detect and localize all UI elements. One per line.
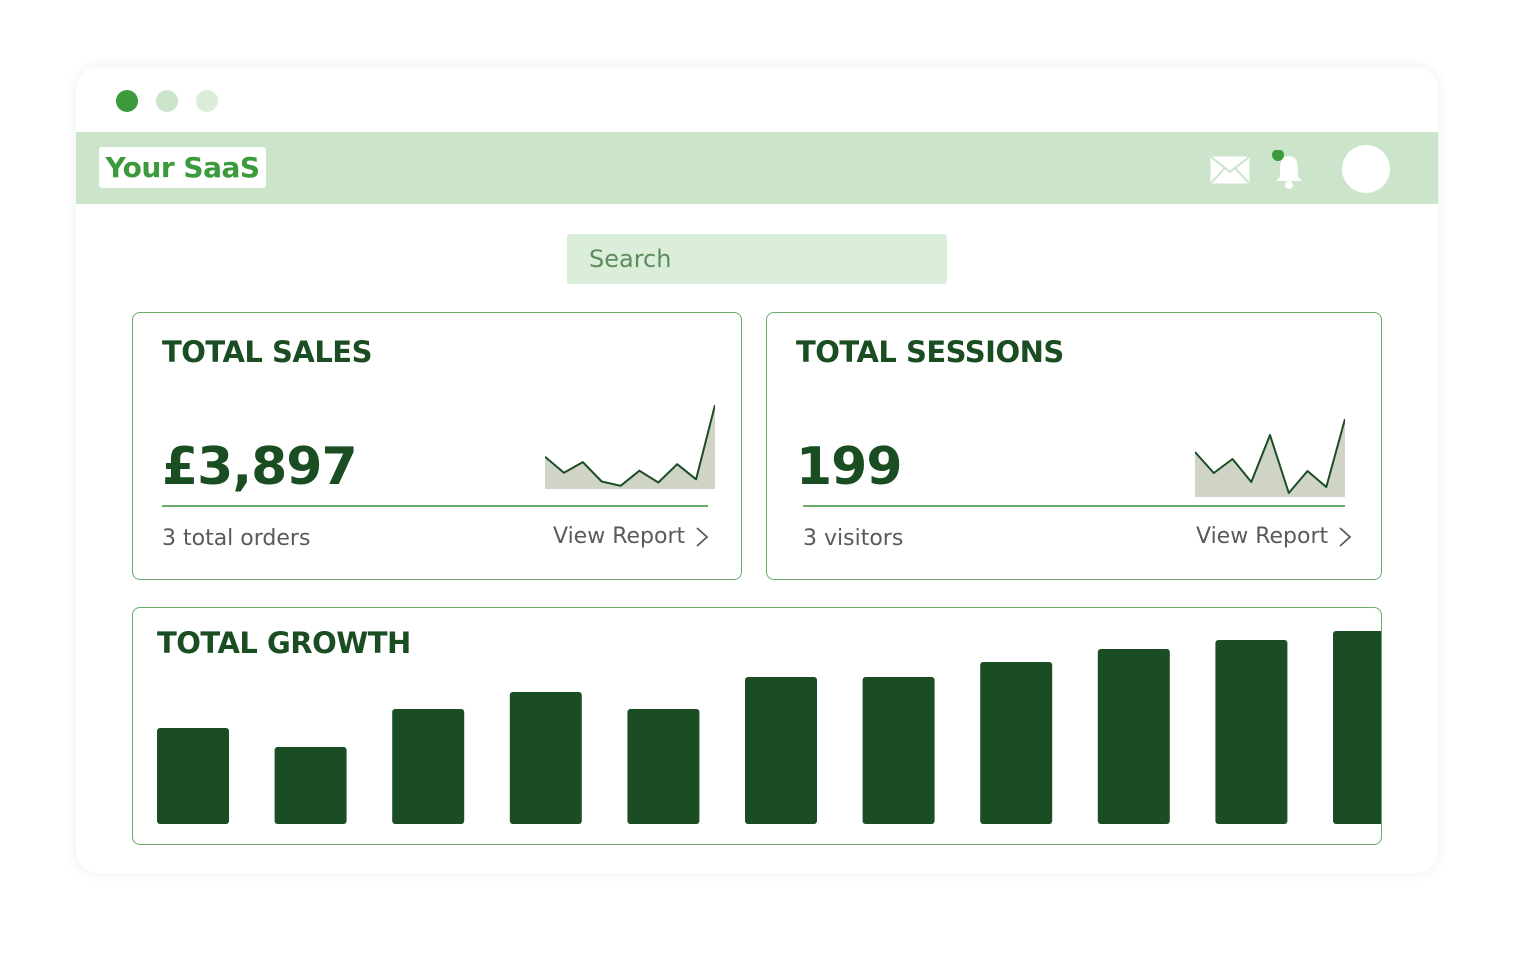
growth-bar (1215, 640, 1288, 824)
mail-icon[interactable] (1210, 156, 1250, 184)
sparkline-area (545, 405, 715, 489)
growth-bar (157, 728, 229, 824)
growth-bar (1097, 649, 1170, 824)
growth-bar (862, 677, 935, 824)
growth-bar (274, 747, 347, 824)
growth-bar (509, 692, 582, 824)
growth-bar (980, 662, 1053, 824)
search-input[interactable] (567, 234, 947, 284)
growth-bar (1333, 631, 1381, 824)
window-dot-maximize[interactable] (196, 90, 218, 112)
app-window: Your SaaS TOTAL SALES £3,897 3 total ord… (76, 67, 1438, 873)
growth-bar (745, 677, 817, 824)
view-report-link[interactable]: View Report (553, 524, 709, 549)
divider (803, 505, 1345, 507)
window-dot-minimize[interactable] (156, 90, 178, 112)
window-controls (116, 90, 218, 112)
view-report-label: View Report (553, 524, 686, 549)
sales-sparkline (545, 404, 715, 489)
sparkline-area (1195, 419, 1345, 497)
user-avatar[interactable] (1342, 145, 1390, 193)
sessions-sparkline (1195, 418, 1345, 497)
app-logo[interactable]: Your SaaS (99, 147, 266, 188)
visitors-text: 3 visitors (803, 526, 904, 551)
view-report-link[interactable]: View Report (1196, 524, 1352, 549)
growth-bar (392, 709, 465, 824)
total-growth-card: TOTAL GROWTH (132, 607, 1382, 845)
bell-icon[interactable] (1269, 150, 1309, 190)
view-report-label: View Report (1196, 524, 1329, 549)
notification-dot (1272, 150, 1284, 161)
top-bar: Your SaaS (76, 132, 1438, 204)
total-orders-text: 3 total orders (162, 526, 311, 551)
window-dot-close[interactable] (116, 90, 138, 112)
card-title: TOTAL SESSIONS (796, 335, 1064, 369)
total-sales-value: £3,897 (162, 437, 358, 497)
total-sales-card: TOTAL SALES £3,897 3 total orders View R… (132, 312, 742, 580)
chevron-right-icon (1339, 526, 1352, 547)
total-sessions-card: TOTAL SESSIONS 199 3 visitors View Repor… (766, 312, 1382, 580)
growth-bar (627, 709, 700, 824)
card-title: TOTAL SALES (162, 335, 373, 369)
total-sessions-value: 199 (796, 437, 903, 497)
growth-bar-chart (157, 631, 1381, 824)
chevron-right-icon (696, 526, 709, 547)
divider (162, 505, 708, 507)
